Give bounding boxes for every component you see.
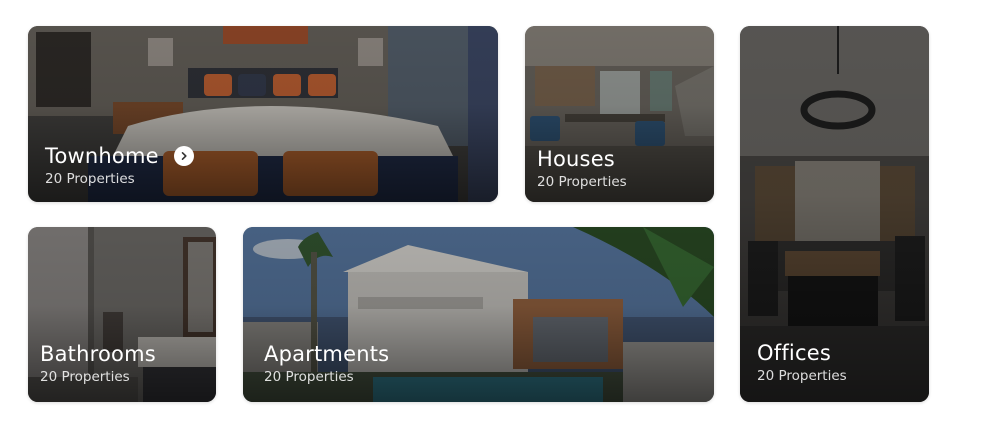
card-caption: Apartments 20 Properties [264,342,389,386]
category-card-bathrooms[interactable]: Bathrooms 20 Properties [28,227,216,402]
card-caption: Bathrooms 20 Properties [40,342,156,386]
category-card-apartments[interactable]: Apartments 20 Properties [243,227,714,402]
card-title: Apartments [264,342,390,366]
category-card-offices[interactable]: Offices 20 Properties [740,26,929,402]
category-card-townhome[interactable]: Townhome 20 Properties [28,26,498,202]
card-title: Offices [757,341,831,365]
card-caption: Houses 20 Properties [537,147,627,191]
card-subtitle: 20 Properties [757,368,847,384]
card-caption: Townhome 20 Properties [45,144,194,188]
chevron-right-icon[interactable] [173,146,194,166]
category-card-houses[interactable]: Houses 20 Properties [525,26,714,202]
card-caption: Offices 20 Properties [757,341,847,385]
card-title: Townhome [45,144,159,168]
card-subtitle: 20 Properties [264,369,354,385]
card-title: Houses [537,147,615,171]
card-subtitle: 20 Properties [40,369,130,385]
card-title-row: Townhome [45,144,194,168]
card-subtitle: 20 Properties [537,174,627,190]
card-title: Bathrooms [40,342,156,366]
card-subtitle: 20 Properties [45,171,135,187]
